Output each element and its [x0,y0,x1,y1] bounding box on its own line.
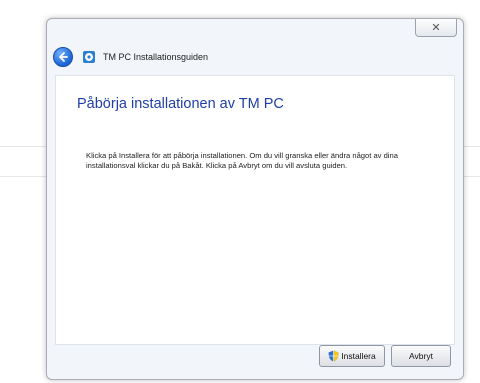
back-arrow-icon [59,52,68,62]
installer-window: ✕ TM PC Installationsguiden Påbörja inst… [46,18,464,380]
close-button[interactable]: ✕ [415,19,457,37]
cancel-button-label: Avbryt [409,351,433,361]
install-button-label: Installera [341,351,376,361]
close-icon: ✕ [431,21,441,34]
title-bar: TM PC Installationsguiden [53,45,455,69]
setup-disc-icon [83,51,95,63]
window-title: TM PC Installationsguiden [103,52,209,62]
cancel-button[interactable]: Avbryt [391,345,451,367]
install-button[interactable]: Installera [319,345,385,367]
content-panel: Påbörja installationen av TM PC Klicka p… [55,75,455,345]
uac-shield-icon [328,350,339,362]
page-title: Påbörja installationen av TM PC [77,96,284,112]
back-button[interactable] [53,47,73,67]
instruction-text: Klicka på Installera för att påbörja ins… [86,151,398,170]
button-bar: Installera Avbryt [55,345,455,375]
